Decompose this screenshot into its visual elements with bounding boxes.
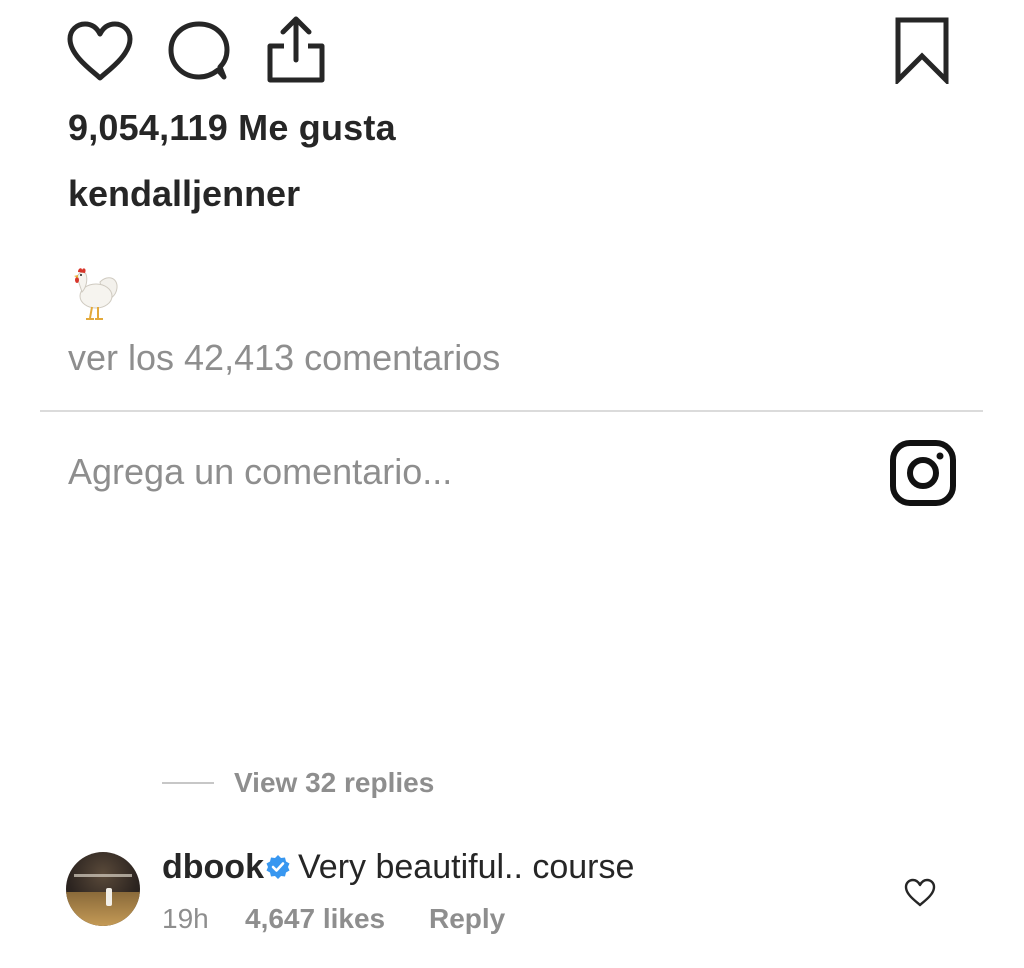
view-all-comments-link[interactable]: ver los 42,413 comentarios	[68, 337, 500, 379]
view-replies-link[interactable]: View 32 replies	[234, 767, 434, 799]
author-username[interactable]: kendalljenner	[68, 173, 300, 215]
heart-small-icon	[904, 878, 936, 907]
likes-count[interactable]: 9,054,119 Me gusta	[68, 107, 396, 149]
instagram-icon	[890, 440, 956, 506]
like-button[interactable]	[66, 20, 134, 82]
comment-text: Very beautiful.. course	[298, 848, 635, 886]
instagram-camera-button[interactable]	[888, 438, 958, 508]
comment-like-button[interactable]	[904, 878, 936, 908]
verified-badge-icon	[265, 854, 291, 880]
rooster-emoji	[70, 266, 120, 322]
replies-line	[162, 782, 214, 784]
share-button[interactable]	[264, 14, 328, 84]
reply-button[interactable]: Reply	[429, 903, 505, 935]
comment-bubble-icon	[168, 21, 230, 80]
add-comment-input[interactable]	[68, 444, 848, 500]
divider	[40, 410, 983, 412]
share-icon	[267, 16, 325, 83]
heart-icon	[67, 21, 133, 81]
comment-timestamp: 19h	[162, 903, 209, 934]
save-button[interactable]	[893, 16, 951, 84]
comment-username[interactable]: dbook	[162, 848, 264, 887]
avatar[interactable]	[66, 852, 140, 926]
comment-likes-count[interactable]: 4,647 likes	[245, 903, 385, 935]
comment-button[interactable]	[166, 20, 232, 82]
bookmark-icon	[895, 17, 949, 84]
